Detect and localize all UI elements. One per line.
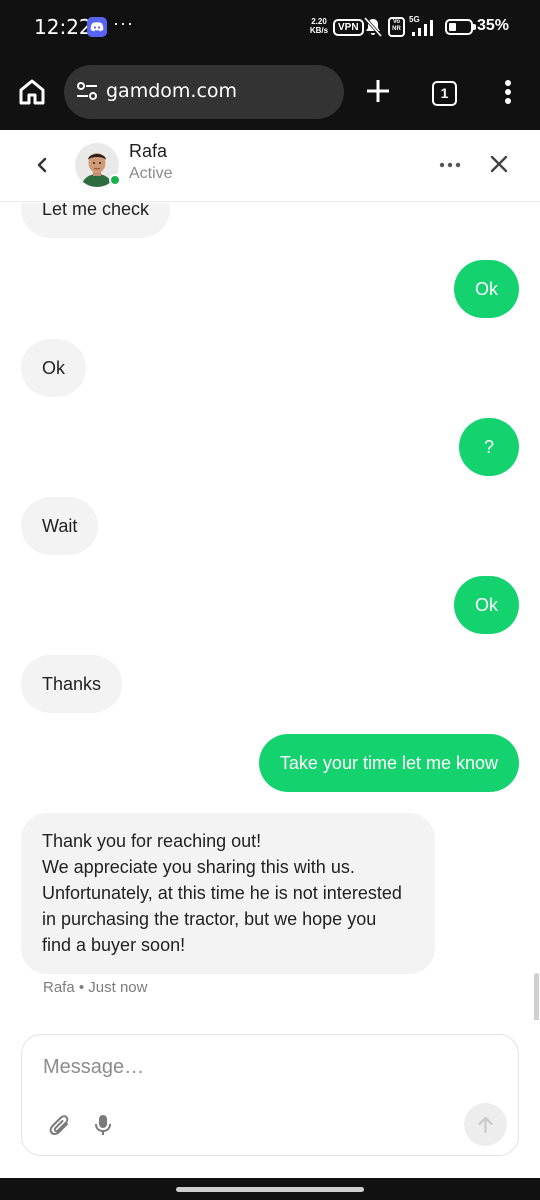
mic-button[interactable]	[93, 1113, 113, 1137]
mute-icon	[363, 17, 383, 42]
network-speed: 2.20 KB/s	[307, 17, 331, 35]
message-meta: Rafa • Just now	[43, 979, 147, 996]
url-text[interactable]: gamdom.com	[106, 80, 237, 102]
status-time: 12:22	[34, 15, 92, 39]
home-button[interactable]	[17, 77, 47, 107]
battery-level	[449, 23, 456, 31]
message-time: Just now	[88, 979, 148, 996]
chat-options-button[interactable]	[438, 154, 462, 176]
message-line: Thank you for reaching out!	[42, 831, 262, 851]
send-button[interactable]	[464, 1103, 507, 1146]
battery-tip	[473, 24, 476, 30]
message-bubble-incoming: Thank you for reaching out! We appreciat…	[21, 813, 435, 974]
system-navigation-bar	[0, 1178, 540, 1200]
address-bar[interactable]: gamdom.com	[64, 65, 344, 119]
message-line: find a buyer soon!	[42, 935, 186, 955]
signal-icon	[412, 20, 438, 41]
more-horiz-icon	[439, 162, 461, 168]
message-bubble-incoming: Thanks	[21, 655, 123, 713]
message-input[interactable]	[43, 1051, 443, 1083]
message-list[interactable]: Let me check Ok Ok ? Wait Ok Thanks Take…	[0, 203, 540, 1020]
message-line: Unfortunately, at this time he is not in…	[42, 883, 402, 903]
more-notifications-icon: ···	[113, 13, 134, 33]
message-line: We appreciate you sharing this with us.	[42, 857, 355, 877]
new-tab-button[interactable]	[364, 77, 392, 105]
close-icon	[490, 155, 508, 173]
tab-switcher-button[interactable]: 1	[432, 81, 457, 106]
message-bubble-incoming: Wait	[21, 497, 99, 555]
scrollbar[interactable]	[534, 973, 539, 1020]
attach-button[interactable]	[49, 1113, 71, 1137]
status-bar: 12:22 ··· 2.20 KB/s VPN Vo NR 5G 35%	[0, 0, 540, 56]
browser-menu-button[interactable]	[498, 78, 518, 108]
plus-icon	[367, 80, 389, 102]
message-line: in purchasing the tractor, but we hope y…	[42, 909, 377, 929]
more-vert-icon	[505, 80, 511, 104]
volte-badge: Vo NR	[388, 17, 405, 37]
message-bubble-outgoing: ?	[458, 418, 519, 476]
message-bubble-incoming: Ok	[21, 339, 87, 397]
network-speed-value: 2.20	[311, 17, 327, 26]
message-bubble-incoming: Let me check	[21, 203, 171, 238]
battery-icon	[445, 19, 473, 35]
network-speed-unit: KB/s	[309, 26, 329, 35]
contact-name[interactable]: Rafa	[129, 141, 167, 162]
vpn-badge: VPN	[333, 19, 364, 36]
back-button[interactable]	[32, 152, 52, 178]
mic-icon	[95, 1115, 111, 1135]
discord-notification-icon	[87, 17, 107, 37]
close-chat-button[interactable]	[487, 152, 511, 176]
message-sender: Rafa	[43, 979, 75, 996]
battery-percent: 35%	[477, 17, 510, 34]
contact-status: Active	[129, 165, 173, 182]
browser-toolbar: gamdom.com 1	[0, 56, 540, 130]
message-bubble-outgoing: Ok	[453, 576, 519, 634]
message-bubble-outgoing: Ok	[453, 260, 519, 318]
online-indicator	[109, 174, 121, 186]
message-bubble-outgoing: Take your time let me know	[258, 734, 519, 792]
home-gesture-handle[interactable]	[176, 1187, 364, 1192]
message-composer	[21, 1034, 519, 1156]
meta-separator: •	[78, 979, 89, 996]
paperclip-icon	[49, 1115, 69, 1135]
tune-icon[interactable]	[76, 80, 98, 107]
arrow-up-icon	[478, 1116, 493, 1134]
home-icon	[19, 79, 45, 105]
chevron-left-icon	[37, 157, 47, 173]
chat-header: Rafa Active	[0, 130, 540, 202]
